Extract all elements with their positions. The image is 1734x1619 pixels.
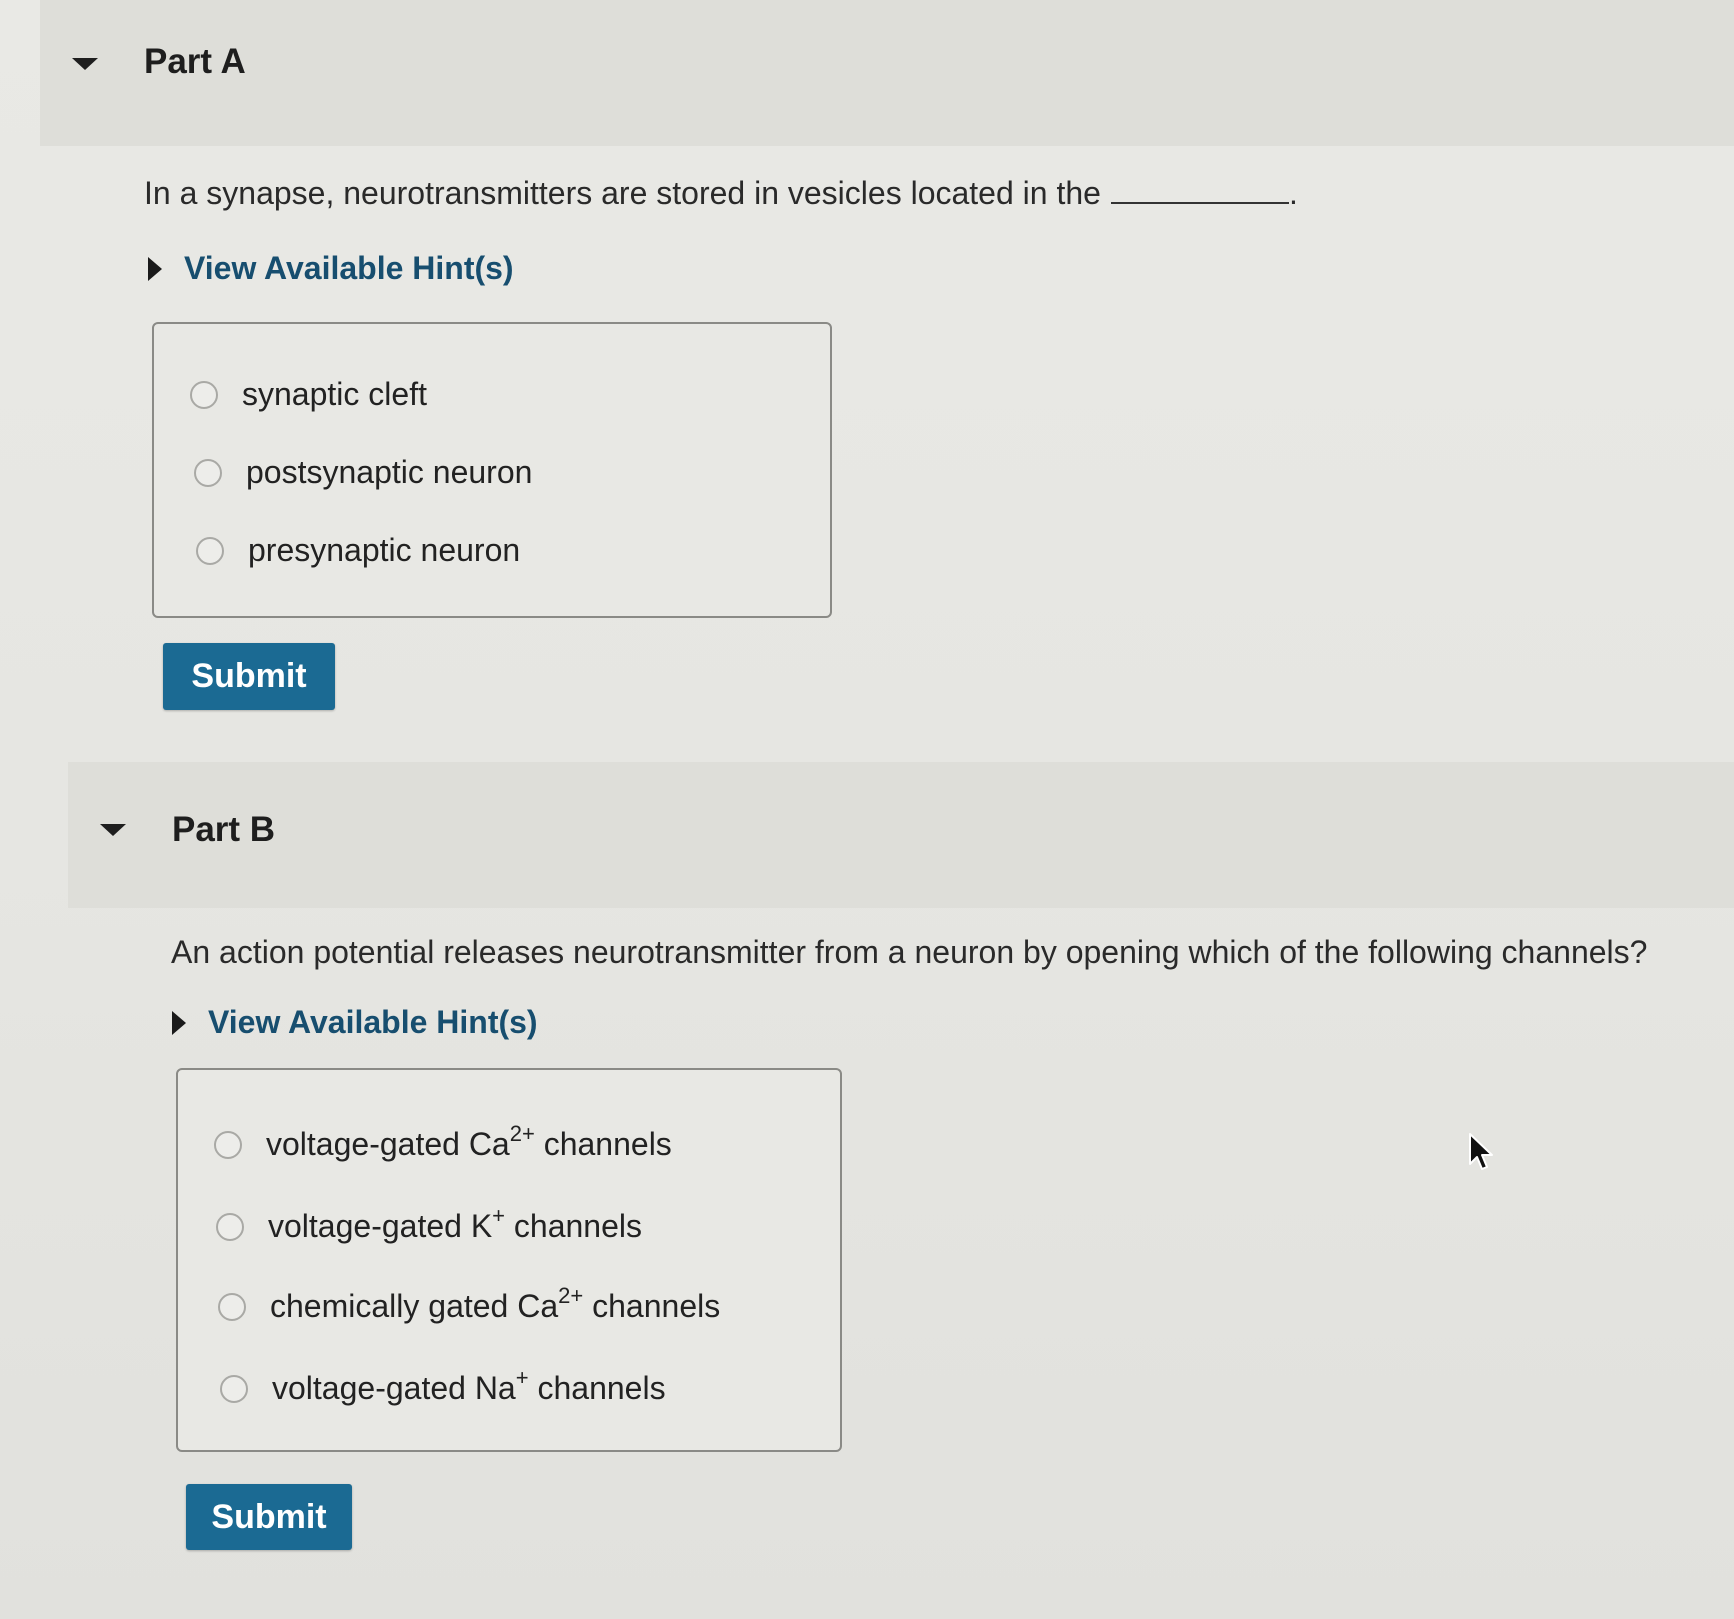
option-presynaptic-neuron[interactable]: presynaptic neuron <box>196 532 520 569</box>
part-a-question-text: In a synapse, neurotransmitters are stor… <box>144 175 1101 211</box>
radio-icon[interactable] <box>220 1374 248 1403</box>
part-a-submit-button[interactable]: Submit <box>163 643 335 710</box>
part-a-header[interactable]: Part A <box>40 0 1734 146</box>
part-a-hint-toggle[interactable]: View Available Hint(s) <box>148 250 514 287</box>
option-label: synaptic cleft <box>242 376 427 412</box>
caret-right-icon <box>148 257 162 281</box>
part-a-title: Part A <box>144 42 246 81</box>
part-a-hint-label: View Available Hint(s) <box>184 250 514 286</box>
radio-icon[interactable] <box>196 536 224 565</box>
option-label: voltage-gated K+ channels <box>268 1203 642 1245</box>
mouse-pointer-icon <box>1469 1133 1493 1170</box>
part-b-hint-toggle[interactable]: View Available Hint(s) <box>172 1004 538 1041</box>
radio-icon[interactable] <box>190 380 218 409</box>
part-a-question: In a synapse, neurotransmitters are stor… <box>144 175 1298 212</box>
part-b-hint-label: View Available Hint(s) <box>208 1004 538 1040</box>
option-label: voltage-gated Na+ channels <box>272 1365 666 1407</box>
radio-icon[interactable] <box>216 1212 244 1241</box>
part-b-options: voltage-gated Ca2+ channels voltage-gate… <box>176 1068 842 1452</box>
caret-right-icon <box>172 1011 186 1035</box>
part-a-options: synaptic cleft postsynaptic neuron presy… <box>152 322 832 618</box>
page: Part A In a synapse, neurotransmitters a… <box>0 0 1734 1619</box>
radio-icon[interactable] <box>214 1130 242 1159</box>
radio-icon[interactable] <box>218 1292 246 1321</box>
radio-icon[interactable] <box>194 458 222 487</box>
option-label: chemically gated Ca2+ channels <box>270 1283 721 1325</box>
part-b-question: An action potential releases neurotransm… <box>171 934 1648 970</box>
option-label: postsynaptic neuron <box>246 454 533 490</box>
option-label: voltage-gated Ca2+ channels <box>266 1121 672 1163</box>
option-voltage-gated-ca[interactable]: voltage-gated Ca2+ channels <box>214 1121 672 1163</box>
option-postsynaptic-neuron[interactable]: postsynaptic neuron <box>194 454 532 491</box>
answer-blank <box>1110 198 1289 204</box>
part-b-title: Part B <box>172 810 276 849</box>
option-voltage-gated-na[interactable]: voltage-gated Na+ channels <box>220 1365 666 1407</box>
option-synaptic-cleft[interactable]: synaptic cleft <box>190 376 427 413</box>
part-b-submit-button[interactable]: Submit <box>186 1484 352 1550</box>
part-b-header[interactable]: Part B <box>68 762 1734 908</box>
part-a-question-end: . <box>1288 175 1298 211</box>
caret-down-icon[interactable] <box>72 58 98 70</box>
option-voltage-gated-k[interactable]: voltage-gated K+ channels <box>216 1203 642 1245</box>
caret-down-icon[interactable] <box>100 824 126 836</box>
option-label: presynaptic neuron <box>248 532 521 568</box>
option-chemically-gated-ca[interactable]: chemically gated Ca2+ channels <box>218 1283 721 1325</box>
